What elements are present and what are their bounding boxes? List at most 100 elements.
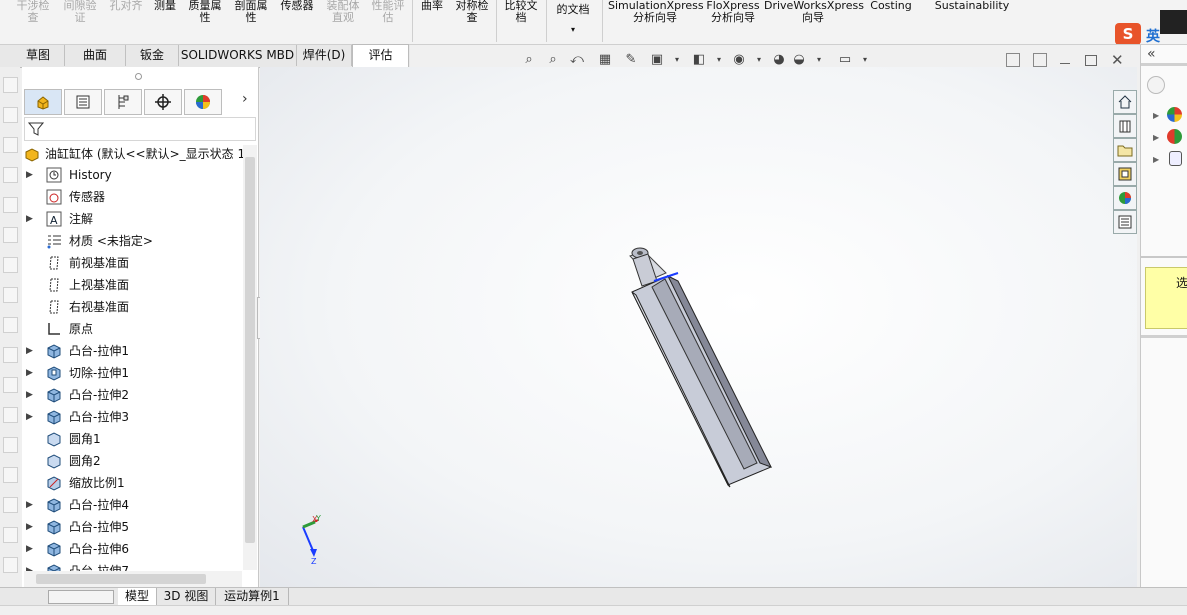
feature-filter-bar[interactable]	[24, 117, 256, 141]
hole-alignment-button[interactable]: 孔对齐	[106, 0, 146, 12]
restore-icon[interactable]	[1085, 55, 1097, 66]
tile-right-icon[interactable]	[1033, 53, 1047, 67]
chevron-down-icon[interactable]: ▾	[810, 50, 828, 68]
tree-item[interactable]: 圆角2	[24, 450, 244, 472]
tree-item[interactable]: ▶ 凸台-拉伸4	[24, 494, 244, 516]
view-orientation-icon[interactable]: ▣	[648, 50, 666, 68]
tree-item[interactable]: 右视基准面	[24, 296, 244, 318]
tree-item[interactable]: 材质 <未指定>	[24, 230, 244, 252]
strip-tool-icon[interactable]	[3, 377, 18, 393]
view-palette-icon[interactable]	[1113, 162, 1137, 186]
panel-tabs-more-icon[interactable]: ›	[242, 91, 248, 107]
strip-tool-icon[interactable]	[3, 557, 18, 573]
tree-item[interactable]: ▶ 凸台-拉伸2	[24, 384, 244, 406]
dynamic-annotation-icon[interactable]: ✎	[622, 50, 640, 68]
strip-tool-icon[interactable]	[3, 497, 18, 513]
strip-tool-icon[interactable]	[3, 467, 18, 483]
ime-mode-label[interactable]: 英	[1146, 26, 1160, 44]
property-manager-tab[interactable]	[64, 89, 102, 115]
strip-tool-icon[interactable]	[3, 77, 18, 93]
tab-scroll-buttons[interactable]	[48, 590, 114, 604]
driveworksxpress-button[interactable]: DriveWorksXpress 向导	[764, 0, 864, 24]
expand-arrow-icon[interactable]: ▶	[26, 406, 36, 428]
edit-appearance-icon[interactable]: ◕	[770, 50, 788, 68]
expand-arrow-icon[interactable]: ▶	[26, 164, 36, 186]
ime-toolbar-icon[interactable]	[1160, 10, 1187, 34]
simulationxpress-button[interactable]: SimulationXpress 分析向导	[608, 0, 704, 24]
strip-tool-icon[interactable]	[3, 527, 18, 543]
floxpress-button[interactable]: FloXpress 分析向导	[706, 0, 760, 24]
expand-arrow-icon[interactable]: ▶	[26, 340, 36, 362]
view-settings-icon[interactable]: ▭	[836, 50, 854, 68]
sensor-button[interactable]: 传感器	[277, 0, 317, 12]
strip-tool-icon[interactable]	[3, 317, 18, 333]
filter-icon[interactable]	[28, 121, 44, 137]
expand-arrow-icon[interactable]: ▶	[26, 362, 36, 384]
tab-3d-views[interactable]: 3D 视图	[157, 588, 216, 605]
strip-tool-icon[interactable]	[3, 347, 18, 363]
collapse-pane-icon[interactable]: «	[1147, 46, 1156, 62]
strip-tool-icon[interactable]	[3, 167, 18, 183]
strip-tool-icon[interactable]	[3, 257, 18, 273]
tree-item[interactable]: ▶ History	[24, 164, 244, 186]
tree-item[interactable]: 缩放比例1	[24, 472, 244, 494]
strip-tool-icon[interactable]	[3, 437, 18, 453]
strip-tool-icon[interactable]	[3, 137, 18, 153]
strip-tool-icon[interactable]	[3, 227, 18, 243]
tree-item[interactable]: 前视基准面	[24, 252, 244, 274]
custom-properties-icon[interactable]	[1113, 210, 1137, 234]
assembly-visualization-button[interactable]: 装配体 直观	[323, 0, 363, 24]
tab-motion-study[interactable]: 运动算例1	[216, 588, 289, 605]
panel-splitter-handle[interactable]	[135, 73, 142, 80]
chevron-down-icon[interactable]: ▾	[856, 50, 874, 68]
design-library-icon[interactable]	[1113, 114, 1137, 138]
vertical-scroll-thumb[interactable]	[245, 157, 255, 543]
graphics-viewport[interactable]: Y X Z	[260, 67, 1137, 591]
zoom-to-fit-icon[interactable]: ⌕	[520, 50, 538, 68]
feature-manager-tab[interactable]	[24, 89, 62, 115]
expand-arrow-icon[interactable]: ▶	[26, 538, 36, 560]
horizontal-scroll-thumb[interactable]	[36, 574, 206, 584]
tree-item[interactable]: ▶ 切除-拉伸1	[24, 362, 244, 384]
dimxpert-manager-tab[interactable]	[144, 89, 182, 115]
tree-root-part[interactable]: 油缸缸体 (默认<<默认>_显示状态 1	[24, 143, 245, 165]
expand-arrow-icon[interactable]: ▶	[26, 516, 36, 538]
strip-tool-icon[interactable]	[3, 287, 18, 303]
strip-tool-icon[interactable]	[3, 407, 18, 423]
display-manager-tab[interactable]	[184, 89, 222, 115]
document-dropdown-button[interactable]: 的文档 ▾	[551, 4, 595, 36]
decals-folder-icon[interactable]	[1169, 151, 1182, 166]
expand-arrow-icon[interactable]: ▶	[1153, 111, 1159, 120]
tree-item[interactable]: 上视基准面	[24, 274, 244, 296]
tree-item[interactable]: ▶ 凸台-拉伸1	[24, 340, 244, 362]
measure-button[interactable]: 测量	[150, 0, 180, 12]
chevron-down-icon[interactable]: ▾	[710, 50, 728, 68]
apply-scene-icon[interactable]: ◒	[790, 50, 808, 68]
tree-item[interactable]: ▶ 凸台-拉伸3	[24, 406, 244, 428]
tab-weldments[interactable]: 焊件(D)	[297, 45, 352, 66]
expand-arrow-icon[interactable]: ▶	[26, 494, 36, 516]
tab-sketch[interactable]: 草图	[12, 45, 65, 66]
ime-logo-icon[interactable]: S	[1115, 23, 1141, 44]
tree-item[interactable]: 传感器	[24, 186, 244, 208]
tree-vertical-scrollbar[interactable]	[243, 145, 257, 570]
expand-arrow-icon[interactable]: ▶	[1153, 133, 1159, 142]
expand-arrow-icon[interactable]: ▶	[26, 384, 36, 406]
clearance-verification-button[interactable]: 间隙验证	[60, 0, 100, 24]
tree-item[interactable]: 原点	[24, 318, 244, 340]
mass-properties-button[interactable]: 质量属性	[186, 0, 224, 24]
tree-item[interactable]: ▶ 凸台-拉伸5	[24, 516, 244, 538]
tree-item[interactable]: ▶ 凸台-拉伸6	[24, 538, 244, 560]
curvature-button[interactable]: 曲率	[418, 0, 446, 12]
appearances-folder-icon[interactable]	[1167, 107, 1182, 122]
tile-left-icon[interactable]	[1006, 53, 1020, 67]
tab-sheet-metal[interactable]: 钣金	[126, 45, 179, 66]
tree-item[interactable]: ▶ A 注解	[24, 208, 244, 230]
symmetry-check-button[interactable]: 对称检查	[452, 0, 492, 24]
cylinder-body-model[interactable]	[629, 247, 773, 488]
tree-item[interactable]: 圆角1	[24, 428, 244, 450]
scenes-folder-icon[interactable]	[1167, 129, 1182, 144]
previous-view-icon[interactable]: ⤺	[568, 50, 586, 68]
tab-model[interactable]: 模型	[118, 588, 157, 605]
hide-show-items-icon[interactable]: ◉	[730, 50, 748, 68]
